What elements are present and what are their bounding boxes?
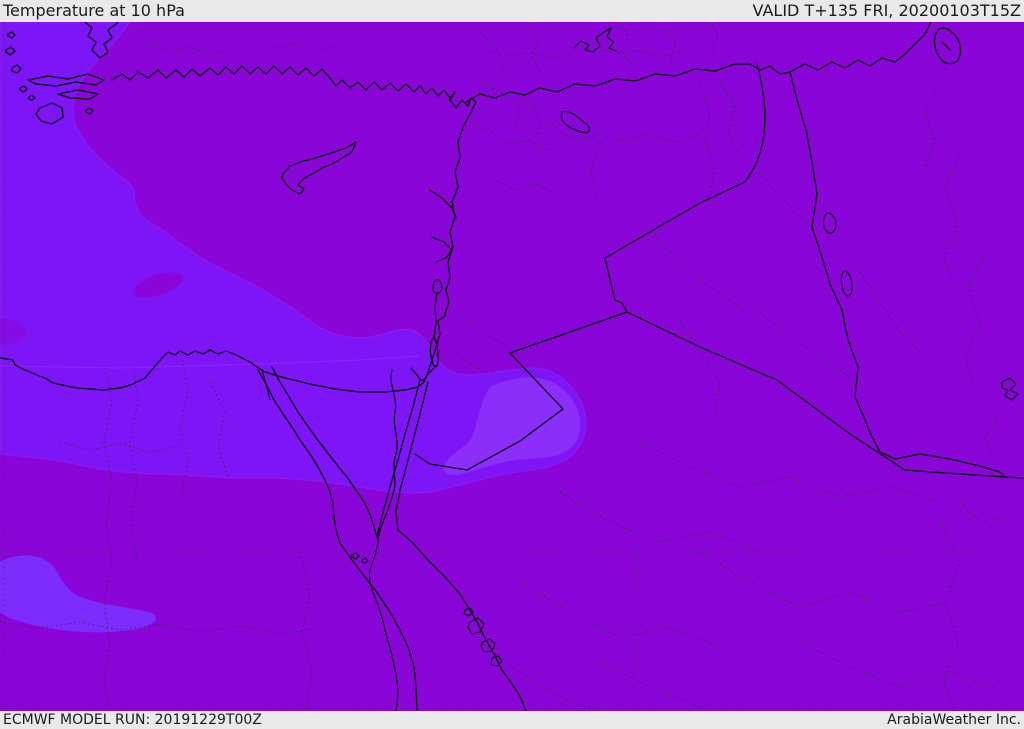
valid-time-label: VALID T+135 FRI, 20200103T15Z: [752, 1, 1021, 20]
temperature-bands: [0, 22, 1024, 711]
header-bar: Temperature at 10 hPa VALID T+135 FRI, 2…: [0, 0, 1024, 22]
map-parameter-title: Temperature at 10 hPa: [3, 1, 185, 20]
map-canvas: [0, 22, 1024, 711]
model-run-label: ECMWF MODEL RUN: 20191229T00Z: [3, 712, 262, 728]
map-area: [0, 22, 1024, 711]
credit-label: ArabiaWeather Inc.: [887, 712, 1021, 728]
footer-bar: ECMWF MODEL RUN: 20191229T00Z ArabiaWeat…: [0, 711, 1024, 729]
weather-map-viewer: Temperature at 10 hPa VALID T+135 FRI, 2…: [0, 0, 1024, 729]
